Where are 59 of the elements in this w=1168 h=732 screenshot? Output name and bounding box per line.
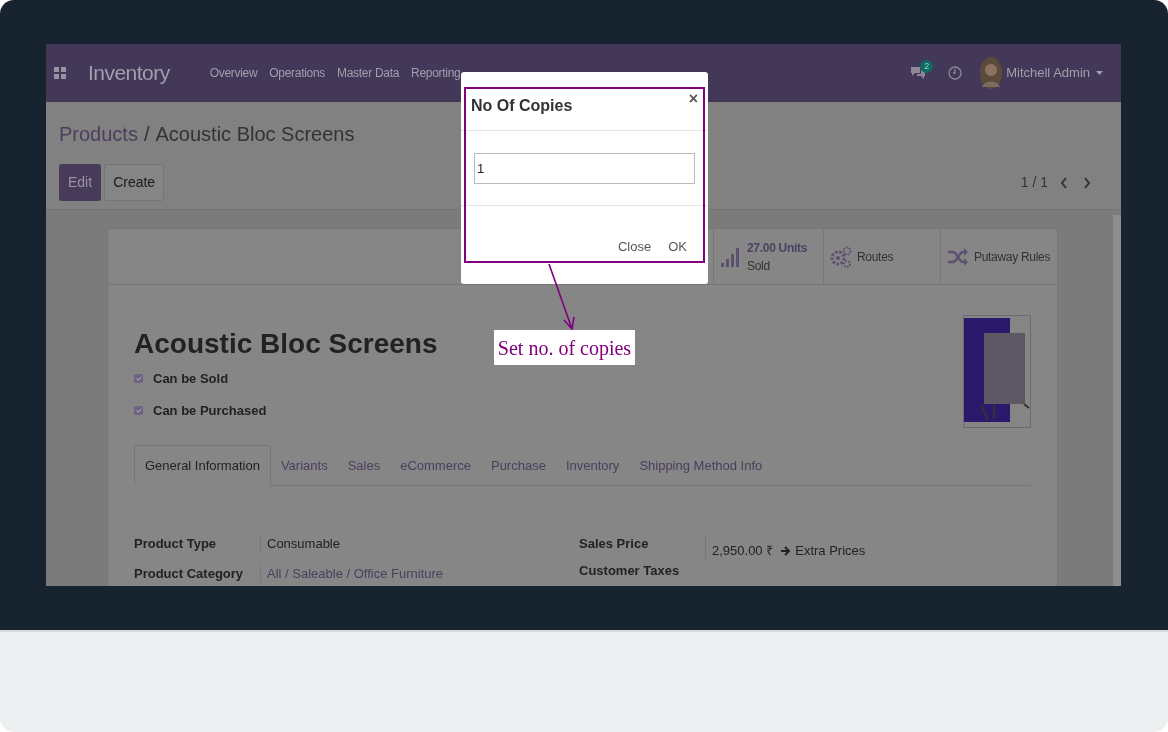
- pager-counter: 1 / 1: [1020, 173, 1048, 192]
- menu-item[interactable]: Master Data: [337, 64, 400, 82]
- check-icon: [135, 407, 142, 413]
- checkbox[interactable]: [134, 405, 143, 415]
- stat-label: Sold: [747, 257, 770, 275]
- app-name: Inventory: [88, 60, 170, 87]
- price-value: 2,950.00 ₹: [712, 543, 774, 559]
- menu-item[interactable]: Overview: [209, 64, 258, 82]
- form-tab[interactable]: eCommerce: [390, 445, 481, 486]
- breadcrumb-separator: /: [143, 122, 150, 147]
- annotation-label: Set no. of copies: [494, 330, 635, 365]
- ok-button[interactable]: OK: [668, 237, 687, 257]
- breadcrumb-current: Acoustic Bloc Screens: [155, 122, 355, 147]
- dialog-title: No Of Copies: [471, 96, 573, 116]
- field-label: Product Type: [134, 536, 218, 552]
- avatar: [980, 57, 1003, 89]
- menu-item[interactable]: Operations: [269, 64, 325, 82]
- smart-button-label: Putaway Rules: [974, 248, 1051, 266]
- field-label: Sales Price: [579, 536, 650, 553]
- copies-input[interactable]: 1: [474, 153, 695, 184]
- smart-button[interactable]: Putaway Rules: [940, 229, 1057, 284]
- field-value: Consumable: [267, 536, 340, 551]
- form-tab[interactable]: Sales: [337, 445, 391, 486]
- message-count-badge: 2: [920, 60, 934, 73]
- clock-icon[interactable]: [948, 66, 963, 80]
- smart-button-label: Routes: [857, 248, 894, 266]
- app-grid-icon[interactable]: [54, 67, 66, 79]
- previous-icon[interactable]: [1060, 176, 1068, 189]
- create-button[interactable]: Create: [104, 164, 165, 201]
- check-icon: [135, 376, 142, 382]
- breadcrumb-link[interactable]: Products: [59, 119, 138, 149]
- extra-prices-button[interactable]: Extra Prices: [781, 543, 866, 559]
- smart-button[interactable]: 27.00 Units Sold: [713, 229, 823, 284]
- smart-button[interactable]: Routes: [823, 229, 940, 284]
- shuffle-icon: [947, 246, 969, 267]
- user-menu[interactable]: Mitchell Admin: [1006, 63, 1103, 83]
- caret-icon: [1096, 71, 1103, 75]
- form-tab[interactable]: Purchase: [480, 445, 556, 486]
- close-button[interactable]: ×: [688, 92, 698, 106]
- gears-icon: [830, 245, 852, 268]
- form-tab[interactable]: General Information: [134, 445, 271, 486]
- stat-value: 27.00 Units: [747, 239, 808, 257]
- field-label: Customer Taxes: [579, 563, 681, 579]
- checkbox-label: Can be Purchased: [153, 401, 267, 420]
- category-link[interactable]: All / Saleable / Office Furniture: [267, 566, 444, 581]
- form-tab[interactable]: Inventory: [555, 445, 630, 486]
- close-text-button[interactable]: Close: [617, 237, 652, 257]
- form-tab[interactable]: Variants: [270, 445, 338, 486]
- bar-chart-icon: [720, 245, 742, 268]
- product-name: Acoustic Bloc Screens: [134, 327, 438, 361]
- checkbox-label: Can be Sold: [153, 370, 229, 388]
- checkbox[interactable]: [134, 374, 143, 384]
- edit-button[interactable]: Edit: [59, 164, 102, 201]
- field-label: Product Category: [134, 566, 245, 582]
- next-icon[interactable]: [1083, 176, 1091, 189]
- annotation-arrow: [546, 263, 577, 331]
- form-tab[interactable]: Shipping Method Info: [629, 445, 773, 486]
- arrow-right-icon: [781, 546, 792, 556]
- menu-item[interactable]: Reporting: [411, 64, 461, 82]
